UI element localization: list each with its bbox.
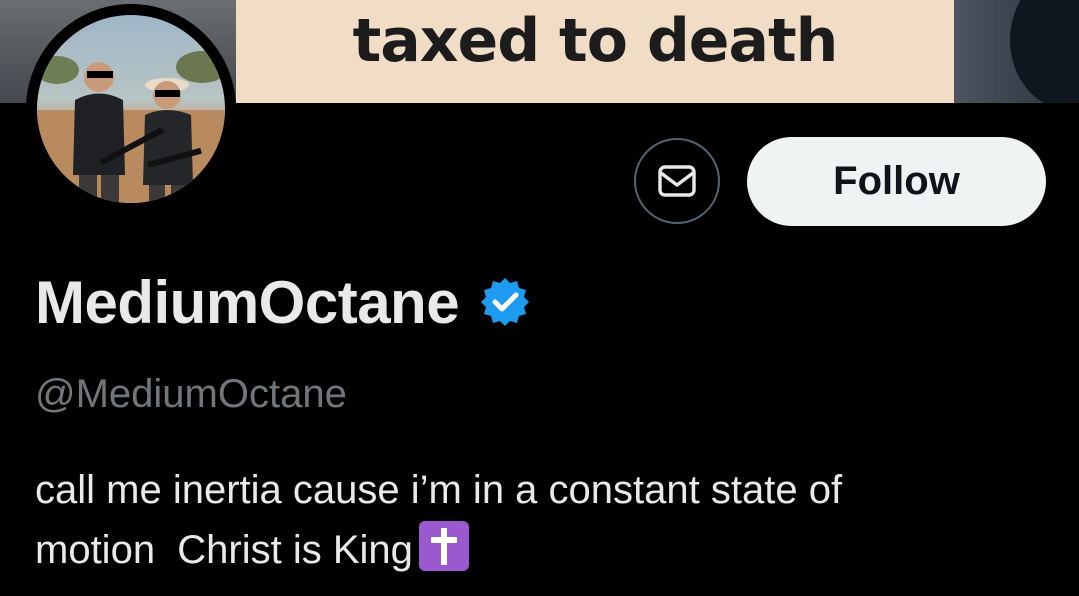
follow-button[interactable]: Follow — [747, 137, 1046, 226]
bio-line-2: motion Christ is King — [35, 520, 1035, 580]
profile-handle: @MediumOctane — [35, 372, 347, 416]
profile-avatar[interactable] — [26, 4, 236, 214]
message-button[interactable] — [634, 138, 720, 224]
display-name: MediumOctane — [35, 268, 460, 336]
banner-caption: taxed to death — [352, 6, 839, 76]
envelope-icon — [658, 165, 696, 197]
bio-line-2-text: motion Christ is King — [35, 528, 413, 572]
banner-meme-card: taxed to death — [236, 0, 954, 103]
latin-cross-emoji-icon — [418, 521, 469, 571]
banner-photo-right — [954, 0, 1079, 103]
profile-bio: call me inertia cause i’m in a constant … — [35, 460, 1035, 580]
bio-line-1: call me inertia cause i’m in a constant … — [35, 468, 843, 512]
profile-name-row: MediumOctane — [35, 262, 531, 342]
verified-badge-icon[interactable] — [479, 276, 531, 328]
avatar-photo — [37, 15, 225, 203]
